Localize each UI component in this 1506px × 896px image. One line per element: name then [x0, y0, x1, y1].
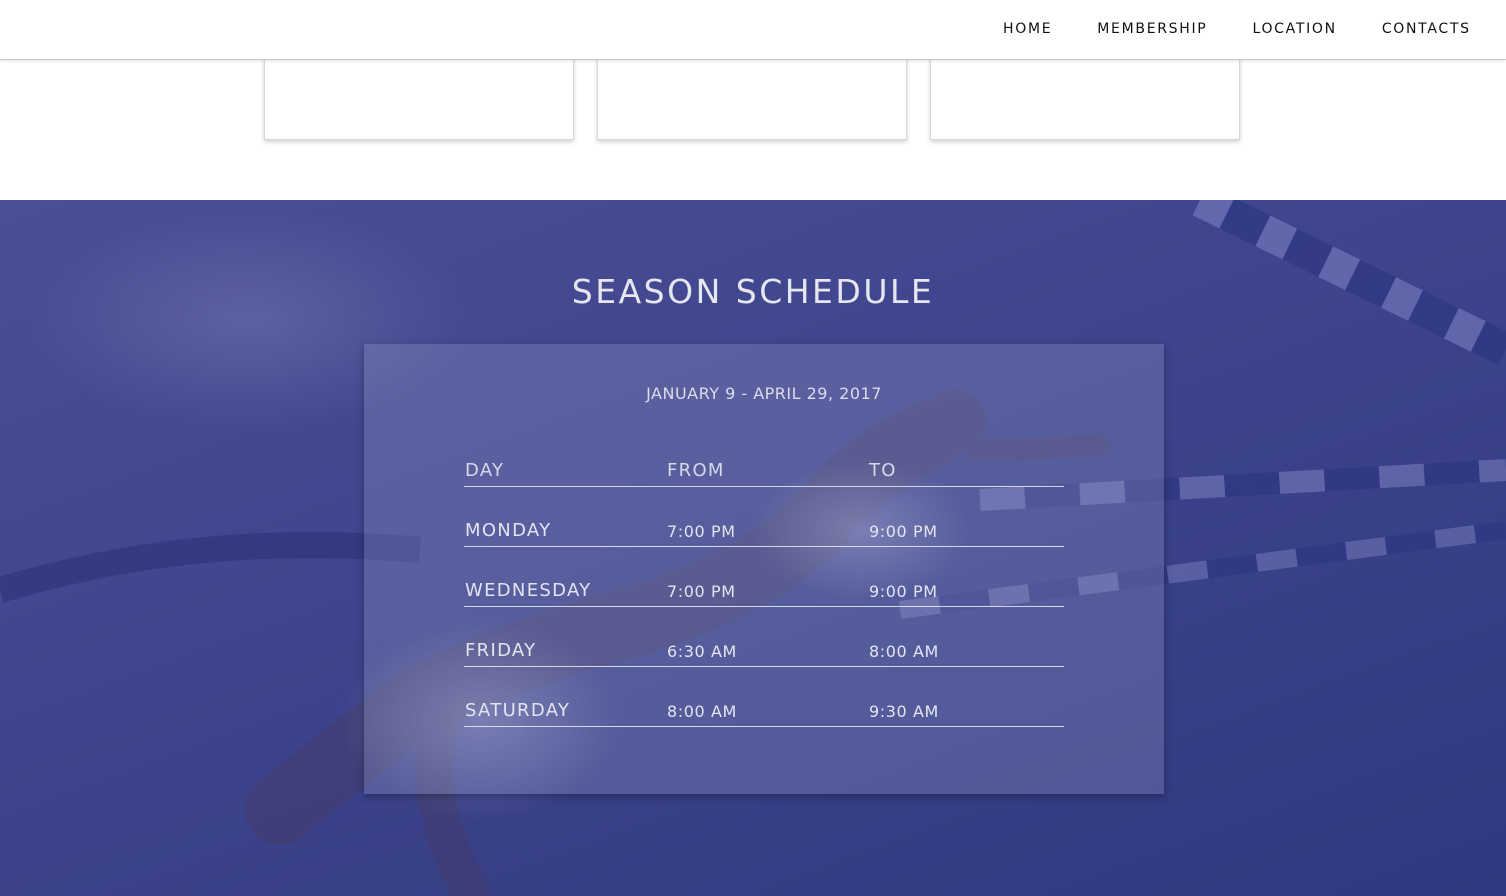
schedule-table: DAY FROM TO MONDAY 7:00 PM 9:00 PM WEDNE… — [464, 452, 1064, 727]
table-row: MONDAY 7:00 PM 9:00 PM — [464, 487, 1064, 547]
table-row: FRIDAY 6:30 AM 8:00 AM — [464, 607, 1064, 667]
feature-card — [264, 50, 574, 140]
row-to: 9:00 PM — [869, 522, 938, 541]
section-title: SEASON SCHEDULE — [571, 272, 935, 311]
row-day: FRIDAY — [465, 640, 537, 661]
lane-rope-left — [0, 532, 422, 603]
schedule-panel: JANUARY 9 - APRIL 29, 2017 DAY FROM TO M… — [364, 344, 1164, 794]
row-from: 8:00 AM — [667, 702, 737, 721]
season-schedule-section: SEASON SCHEDULE JANUARY 9 - APRIL 29, 20… — [0, 200, 1506, 896]
feature-card — [930, 50, 1240, 140]
row-from: 7:00 PM — [667, 582, 736, 601]
feature-card — [597, 50, 907, 140]
table-header-row: DAY FROM TO — [464, 452, 1064, 487]
row-from: 6:30 AM — [667, 642, 737, 661]
nav-link-membership[interactable]: MEMBERSHIP — [1097, 21, 1207, 37]
row-from: 7:00 PM — [667, 522, 736, 541]
row-day: SATURDAY — [465, 700, 571, 721]
nav-menu: HOME MEMBERSHIP LOCATION CONTACTS — [1003, 0, 1471, 58]
row-to: 9:00 PM — [869, 582, 938, 601]
table-row: WEDNESDAY 7:00 PM 9:00 PM — [464, 547, 1064, 607]
row-to: 8:00 AM — [869, 642, 939, 661]
nav-link-location[interactable]: LOCATION — [1252, 21, 1336, 37]
row-day: WEDNESDAY — [465, 580, 592, 601]
column-header-day: DAY — [465, 460, 505, 481]
column-header-to: TO — [869, 460, 897, 481]
season-dates: JANUARY 9 - APRIL 29, 2017 — [646, 384, 882, 403]
table-row: SATURDAY 8:00 AM 9:30 AM — [464, 667, 1064, 727]
nav-link-home[interactable]: HOME — [1003, 21, 1052, 37]
row-to: 9:30 AM — [869, 702, 939, 721]
top-navbar: HOME MEMBERSHIP LOCATION CONTACTS — [0, 0, 1506, 60]
column-header-from: FROM — [667, 460, 725, 481]
nav-link-contacts[interactable]: CONTACTS — [1382, 21, 1471, 37]
row-day: MONDAY — [465, 520, 552, 541]
feature-cards-area — [0, 50, 1506, 200]
